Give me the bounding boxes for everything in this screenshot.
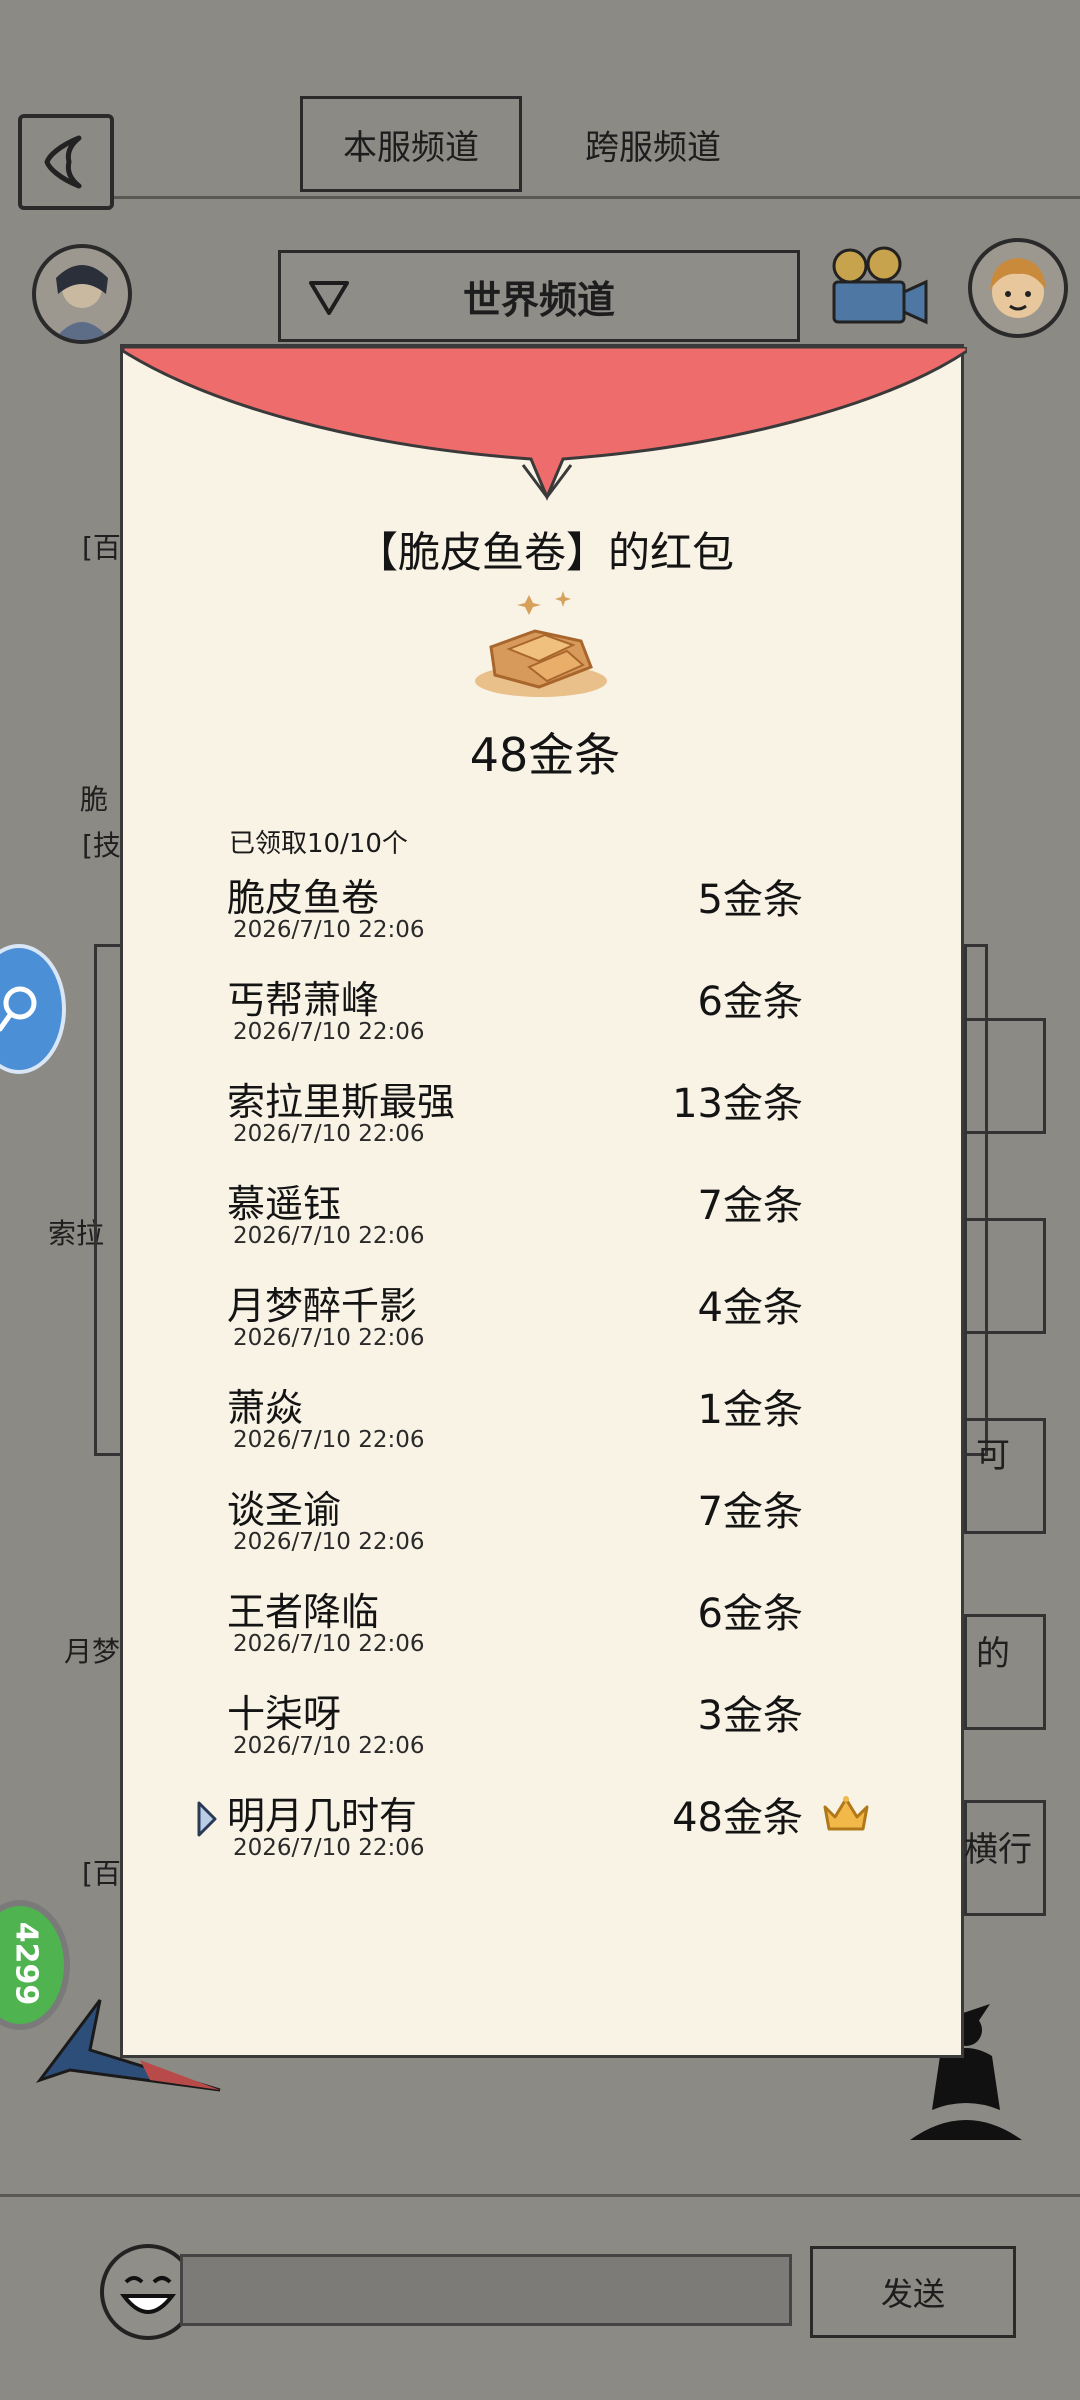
chat-message-input[interactable] bbox=[180, 2254, 792, 2326]
claimer-name: 萧焱 bbox=[227, 1386, 304, 1430]
claim-time: 2026/7/10 22:06 bbox=[233, 1529, 425, 1555]
chat-bubble bbox=[964, 1218, 1046, 1334]
tab-local-server[interactable]: 本服频道 bbox=[300, 96, 522, 192]
claim-amount: 1金条 bbox=[697, 1387, 803, 1433]
red-packet-flap bbox=[123, 347, 967, 501]
back-arrow-icon bbox=[44, 135, 82, 189]
chat-fragment: [百 bbox=[82, 1857, 121, 1890]
claim-amount: 6金条 bbox=[697, 1591, 803, 1637]
tab-cross-server[interactable]: 跨服频道 bbox=[558, 96, 748, 192]
chat-fragment: 的 bbox=[976, 1634, 1010, 1674]
claim-amount: 3金条 bbox=[697, 1693, 803, 1739]
claim-row: 丐帮萧峰 2026/7/10 22:06 6金条 bbox=[123, 969, 967, 1071]
chat-fragment: 月梦 bbox=[64, 1635, 121, 1668]
claim-row: 十柒呀 2026/7/10 22:06 3金条 bbox=[123, 1683, 967, 1785]
claim-amount: 4金条 bbox=[697, 1285, 803, 1331]
claim-row: 谈圣谕 2026/7/10 22:06 7金条 bbox=[123, 1479, 967, 1581]
claimer-name: 十柒呀 bbox=[227, 1692, 342, 1736]
claim-row: 索拉里斯最强 2026/7/10 22:06 13金条 bbox=[123, 1071, 967, 1173]
send-button[interactable]: 发送 bbox=[810, 2246, 1016, 2338]
gold-bars-icon bbox=[475, 591, 607, 697]
video-camera-icon[interactable] bbox=[828, 244, 930, 334]
player-avatar[interactable] bbox=[32, 244, 132, 344]
chat-fragment: 脆 bbox=[80, 783, 109, 816]
chat-bubble bbox=[964, 1018, 1046, 1134]
character-portrait-icon bbox=[54, 265, 110, 340]
back-button[interactable] bbox=[18, 114, 114, 210]
claim-row: 月梦醉千影 2026/7/10 22:06 4金条 bbox=[123, 1275, 967, 1377]
claim-time: 2026/7/10 22:06 bbox=[233, 1121, 425, 1147]
claim-amount: 7金条 bbox=[697, 1489, 803, 1535]
claim-amount: 7金条 bbox=[697, 1183, 803, 1229]
red-packet-total: 48金条 bbox=[469, 728, 621, 782]
chat-fragment: 横行 bbox=[964, 1830, 1032, 1870]
footer-divider bbox=[0, 2194, 1080, 2197]
claim-time: 2026/7/10 22:06 bbox=[233, 1835, 425, 1861]
claim-amount: 6金条 bbox=[697, 979, 803, 1025]
red-packet-title: 【脆皮鱼卷】的红包 bbox=[355, 528, 734, 577]
claimed-count: 已领取10/10个 bbox=[229, 829, 408, 859]
claim-amount: 5金条 bbox=[697, 877, 803, 923]
claim-amount: 48金条 bbox=[672, 1795, 803, 1841]
service-avatar[interactable] bbox=[968, 238, 1068, 338]
red-packet-dialog: 【脆皮鱼卷】的红包 48金条 已领取10/10个 脆皮鱼卷 2026/7/10 … bbox=[120, 344, 967, 2058]
claimer-name: 月梦醉千影 bbox=[227, 1284, 418, 1328]
claim-row: 萧焱 2026/7/10 22:06 1金条 bbox=[123, 1377, 967, 1479]
chat-fragment: 可 bbox=[976, 1436, 1010, 1476]
chat-fragment: [百 bbox=[82, 531, 121, 564]
floating-search-button[interactable] bbox=[0, 944, 66, 1074]
claimer-name: 脆皮鱼卷 bbox=[227, 876, 380, 920]
header-divider bbox=[110, 196, 1080, 199]
claim-time: 2026/7/10 22:06 bbox=[233, 1223, 425, 1249]
claimer-name: 索拉里斯最强 bbox=[227, 1080, 456, 1124]
claim-row: 脆皮鱼卷 2026/7/10 22:06 5金条 bbox=[123, 867, 967, 969]
channel-dropdown[interactable]: 世界频道 bbox=[278, 250, 800, 342]
chat-fragment: [技 bbox=[82, 829, 121, 862]
claim-row: 慕遥钰 2026/7/10 22:06 7金条 bbox=[123, 1173, 967, 1275]
crown-icon bbox=[823, 1796, 869, 1831]
search-icon bbox=[0, 986, 37, 1032]
claim-time: 2026/7/10 22:06 bbox=[233, 1019, 425, 1045]
claim-time: 2026/7/10 22:06 bbox=[233, 917, 425, 943]
claimer-name: 慕遥钰 bbox=[227, 1182, 342, 1226]
claim-time: 2026/7/10 22:06 bbox=[233, 1733, 425, 1759]
claim-time: 2026/7/10 22:06 bbox=[233, 1325, 425, 1351]
claim-row: 王者降临 2026/7/10 22:06 6金条 bbox=[123, 1581, 967, 1683]
channel-label: 世界频道 bbox=[462, 277, 615, 322]
girl-portrait-icon bbox=[990, 258, 1046, 318]
claimer-name: 谈圣谕 bbox=[227, 1488, 342, 1532]
self-marker-icon bbox=[197, 1801, 217, 1837]
claim-time: 2026/7/10 22:06 bbox=[233, 1427, 425, 1453]
claimer-name: 明月几时有 bbox=[227, 1794, 418, 1838]
claimer-name: 丐帮萧峰 bbox=[227, 978, 380, 1022]
laughing-face-icon bbox=[119, 2276, 177, 2314]
claim-time: 2026/7/10 22:06 bbox=[233, 1631, 425, 1657]
claimer-name: 王者降临 bbox=[227, 1590, 380, 1634]
claim-amount: 13金条 bbox=[672, 1081, 803, 1127]
claim-row-self: 明月几时有 2026/7/10 22:06 48金条 bbox=[123, 1785, 967, 1887]
